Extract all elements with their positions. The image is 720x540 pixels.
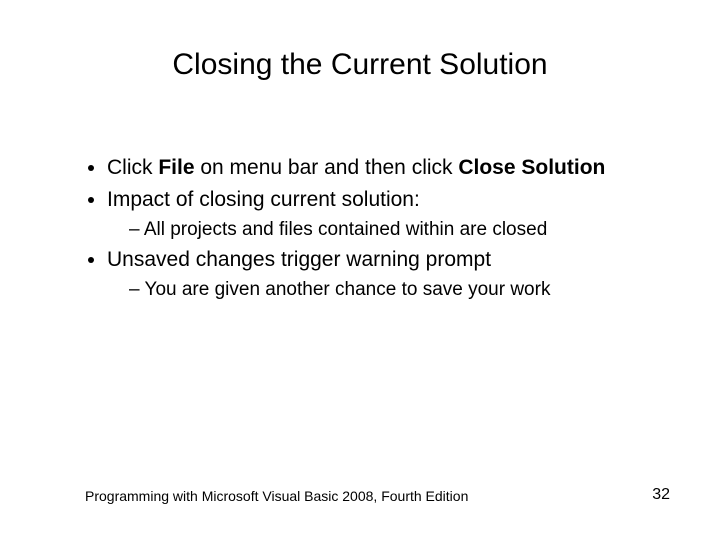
text-run: Impact of closing current solution: xyxy=(107,188,420,211)
bullet-item: Unsaved changes trigger warning prompt Y… xyxy=(107,247,650,301)
text-run-bold: File xyxy=(158,156,194,179)
text-run: Click xyxy=(107,156,158,179)
slide: Closing the Current Solution Click File … xyxy=(0,0,720,540)
slide-title: Closing the Current Solution xyxy=(0,48,720,82)
bullet-item: Impact of closing current solution: All … xyxy=(107,187,650,241)
sub-bullet-list: All projects and files contained within … xyxy=(107,218,650,242)
bullet-list: Click File on menu bar and then click Cl… xyxy=(85,155,650,301)
sub-bullet-item: You are given another chance to save you… xyxy=(129,278,650,302)
slide-body: Click File on menu bar and then click Cl… xyxy=(85,155,650,307)
text-run: on menu bar and then click xyxy=(195,156,459,179)
bullet-item: Click File on menu bar and then click Cl… xyxy=(107,155,650,181)
text-run: Unsaved changes trigger warning prompt xyxy=(107,248,491,271)
footer-text: Programming with Microsoft Visual Basic … xyxy=(85,488,468,504)
sub-bullet-item: All projects and files contained within … xyxy=(129,218,650,242)
sub-bullet-list: You are given another chance to save you… xyxy=(107,278,650,302)
page-number: 32 xyxy=(652,486,670,504)
text-run-bold: Close Solution xyxy=(458,156,605,179)
